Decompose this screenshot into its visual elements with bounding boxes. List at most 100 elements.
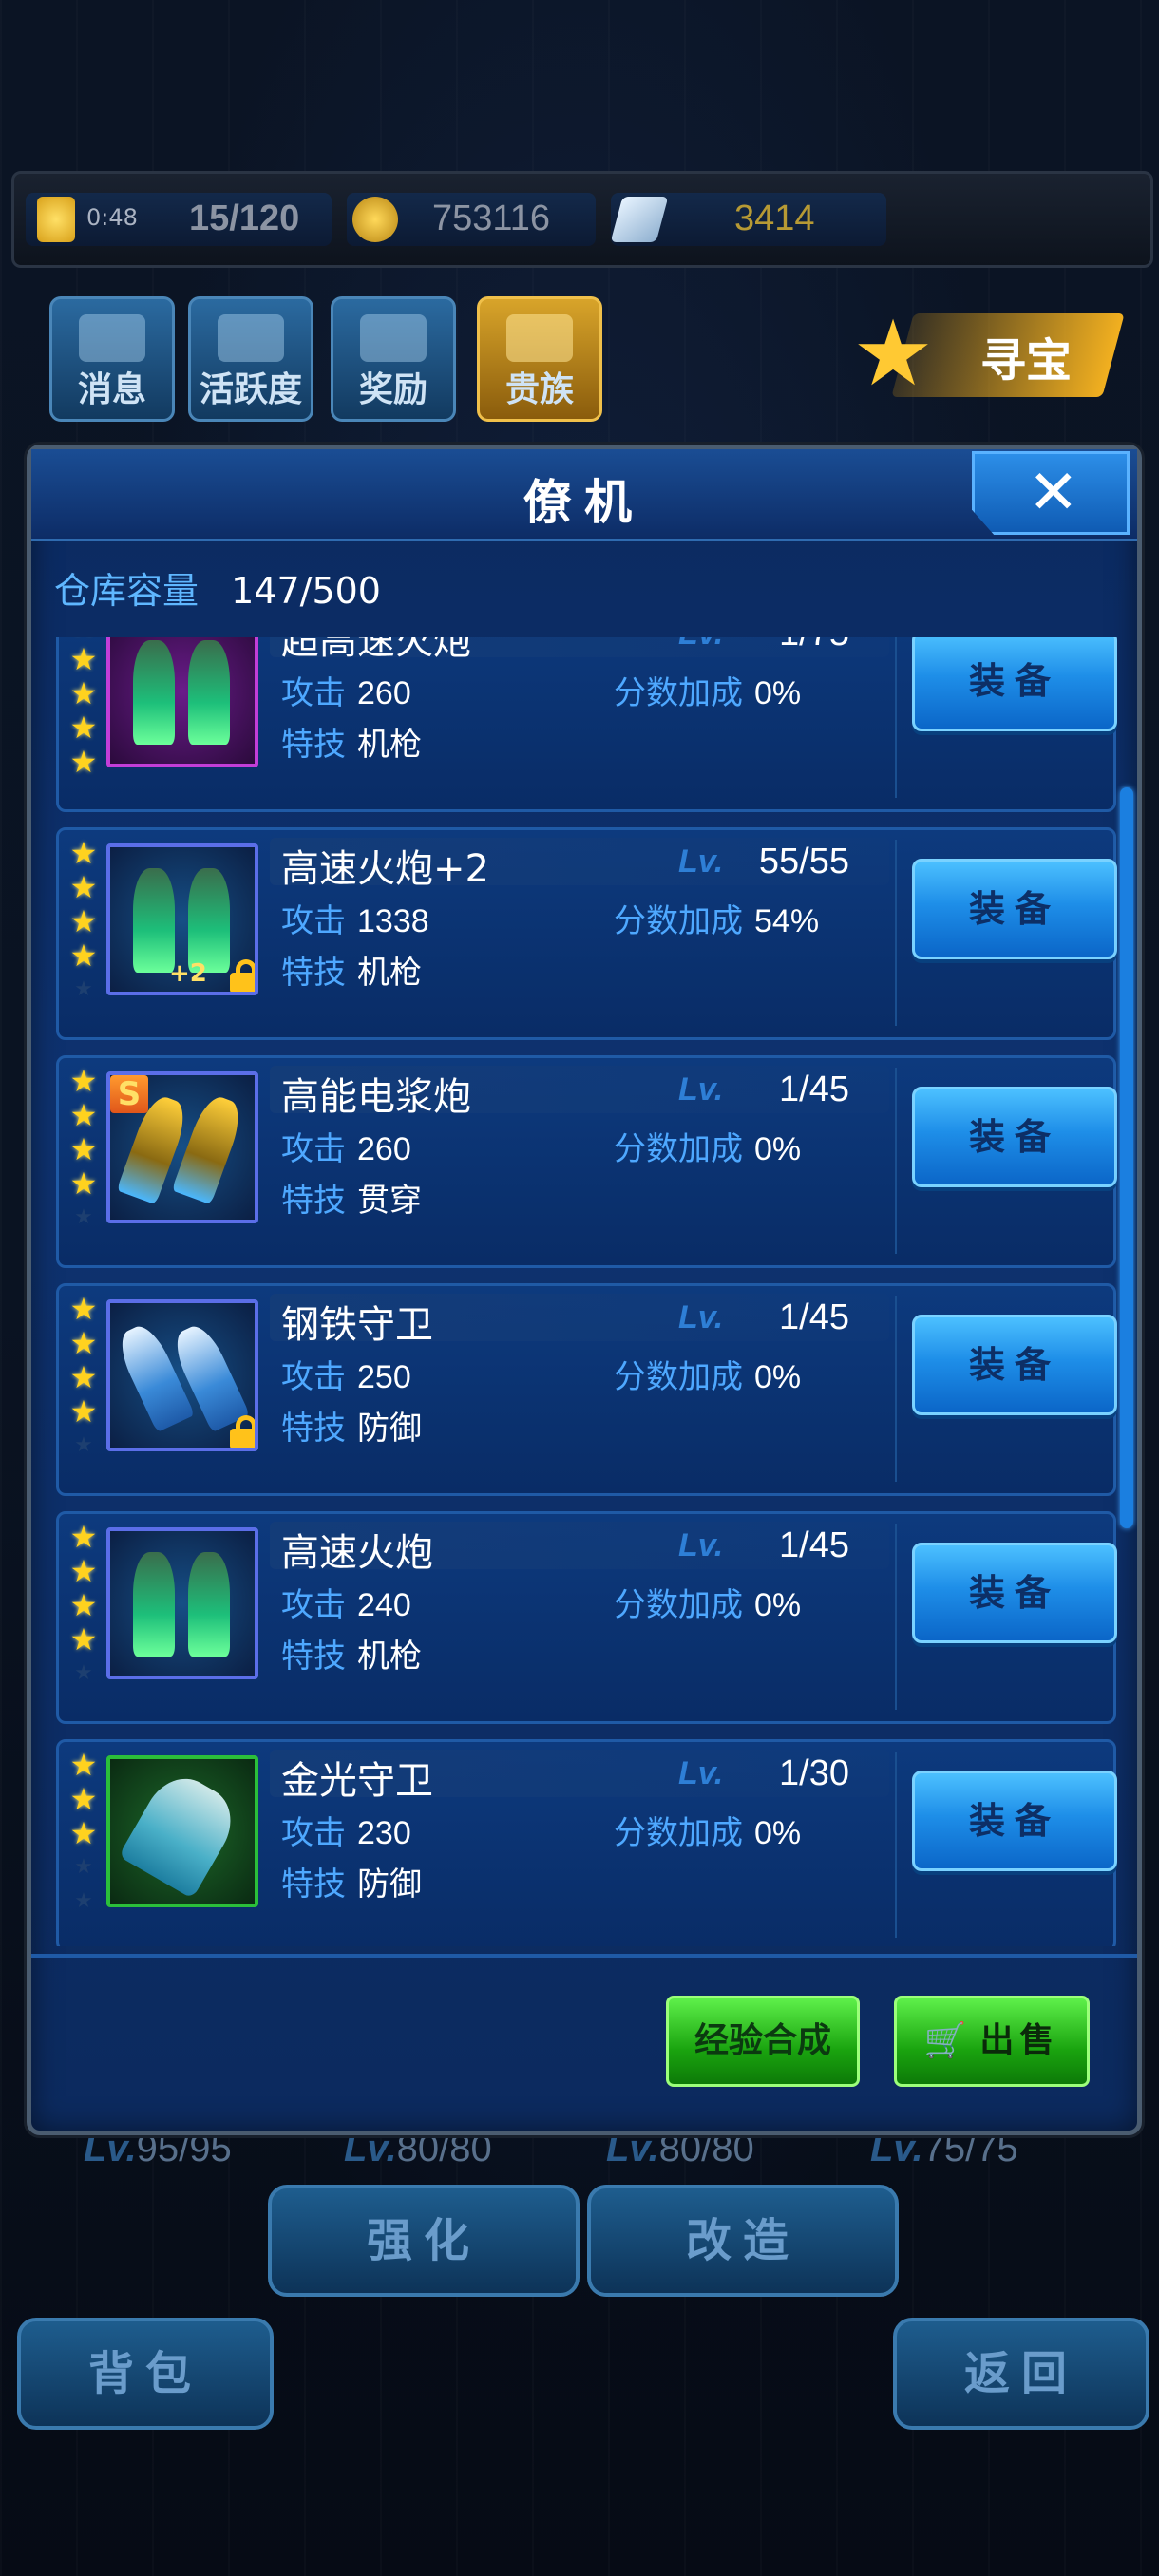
energy-resource[interactable]: 0:48 15/120 <box>26 193 332 246</box>
wingman-list[interactable]: ★ ★ ★ ★ ★ 超高速火炮 Lv. 1/75 攻击260 分数加成0% 特技… <box>52 637 1135 1946</box>
skill-stat: 特技 机枪 <box>281 726 422 764</box>
sell-button[interactable]: 🛒 出售 <box>894 1996 1090 2087</box>
equip-button[interactable]: 装备 <box>912 859 1117 959</box>
list-item[interactable]: ★ ★ ★ ★ ★ 高速火炮 Lv. 1/45 攻击 240 分数加成 0% 特技机… <box>56 1511 1117 1724</box>
fighter-ship-icon <box>188 1552 230 1657</box>
lock-icon <box>230 959 255 992</box>
star-rating: ★ ★ ★ ★ ★ <box>66 1064 101 1235</box>
divider <box>895 1524 897 1710</box>
wingman-name: 高能电浆炮 <box>281 1075 471 1119</box>
cart-icon: 🛒 <box>923 2021 973 2060</box>
close-button[interactable]: ✕ <box>972 451 1130 535</box>
wingman-name: 金光守卫 <box>281 1759 433 1803</box>
wingman-dialog: 僚机 ✕ 仓库容量 147/500 ★ ★ ★ ★ ★ 超高速火炮 Lv. 1/ <box>27 445 1142 2135</box>
gold-resource[interactable]: 753116 <box>347 193 596 246</box>
level-value: 1/45 <box>779 1297 849 1337</box>
bonus-stat: 分数加成 0% <box>614 1586 802 1624</box>
bonus-stat: 分数加成 0% <box>614 1358 802 1396</box>
gold-value: 753116 <box>432 199 550 238</box>
fighter-ship-icon <box>133 868 175 973</box>
rank-s-badge: S <box>110 1075 148 1113</box>
star-icon: ★ <box>69 1815 98 1851</box>
level-label: Lv. <box>678 1755 724 1791</box>
equip-button[interactable]: 装备 <box>912 1087 1117 1187</box>
wingman-name: 高速火炮 <box>281 1531 433 1575</box>
treasure-label: 寻宝 <box>979 334 1072 388</box>
fighter-ship-icon <box>118 1765 245 1900</box>
divider <box>895 1752 897 1938</box>
gold-coin-icon <box>352 197 398 242</box>
skill-stat: 特技 机枪 <box>281 954 422 992</box>
menu-messages-button[interactable]: 消息 <box>49 296 175 422</box>
star-empty-icon: ★ <box>74 1661 93 1685</box>
bonus-stat: 分数加成 0% <box>614 1814 802 1852</box>
wingman-thumbnail <box>106 637 258 767</box>
list-item[interactable]: ★ ★ ★ ★ ★ 超高速火炮 Lv. 1/75 攻击260 分数加成0% 特技… <box>56 637 1117 812</box>
menu-activity-button[interactable]: 活跃度 <box>188 296 314 422</box>
divider <box>895 1296 897 1482</box>
bonus-stat: 分数加成 54% <box>614 902 820 940</box>
equip-button[interactable]: 装备 <box>912 1771 1117 1871</box>
star-rating: ★ ★ ★ ★ ★ <box>66 836 101 1007</box>
level-value: 1/45 <box>779 1525 849 1565</box>
divider <box>895 1068 897 1254</box>
skill-stat: 特技 防御 <box>281 1866 422 1904</box>
bonus-stat: 分数加成 0% <box>614 1130 802 1168</box>
diamond-icon <box>610 197 669 242</box>
star-icon: ★ <box>69 835 98 871</box>
energy-value: 15/120 <box>189 199 300 238</box>
gem-resource[interactable]: 3414 <box>610 193 886 246</box>
menu-rewards-button[interactable]: 奖励 <box>331 296 456 422</box>
level-value: 55/55 <box>758 842 849 881</box>
star-icon: ★ <box>69 1291 98 1327</box>
skill-stat: 特技 机枪 <box>281 1638 422 1676</box>
modify-button[interactable]: 改造 <box>587 2185 899 2297</box>
star-icon: ★ <box>69 1165 98 1202</box>
star-icon: ★ <box>69 1519 98 1555</box>
strengthen-button[interactable]: 强化 <box>268 2185 580 2297</box>
menu-rewards-label: 奖励 <box>358 370 428 409</box>
star-empty-icon: ★ <box>74 977 93 1001</box>
star-rating: ★ ★ ★ ★ ★ <box>66 1520 101 1691</box>
lock-icon <box>230 1415 255 1448</box>
exp-merge-button[interactable]: 经验合成 <box>666 1996 860 2087</box>
star-icon: ★ <box>69 1747 98 1783</box>
equip-button[interactable]: 装备 <box>912 1315 1117 1415</box>
list-item[interactable]: ★ ★ ★ ★ ★ S 高能电浆炮 Lv. 1/45 攻击 260 分数加成 0% … <box>56 1055 1117 1268</box>
star-rating: ★ ★ ★ ★ ★ <box>66 1748 101 1919</box>
close-icon: ✕ <box>1028 458 1079 528</box>
star-icon: ★ <box>69 1325 98 1361</box>
star-icon: ★ <box>69 938 98 974</box>
star-icon: ★ <box>69 1063 98 1099</box>
capacity-value: 147/500 <box>231 570 381 612</box>
divider <box>895 840 897 1026</box>
wingman-name: 高速火炮+2 <box>281 847 489 891</box>
star-icon: ★ <box>69 869 98 905</box>
fighter-ship-icon <box>188 868 230 973</box>
star-icon: ★ <box>69 1131 98 1167</box>
gift-icon <box>360 314 427 362</box>
lightning-icon <box>37 197 75 242</box>
resource-bar: 0:48 15/120 753116 3414 <box>11 171 1153 268</box>
attack-stat: 攻击 260 <box>281 1130 411 1168</box>
smile-badge-icon <box>218 314 284 362</box>
back-button[interactable]: 返回 <box>893 2318 1150 2430</box>
star-icon: ★ <box>69 641 98 677</box>
equip-button[interactable]: 装备 <box>912 637 1117 731</box>
bag-button[interactable]: 背包 <box>17 2318 274 2430</box>
menu-noble-button[interactable]: 贵族 <box>477 296 602 422</box>
list-scrollbar[interactable] <box>1120 787 1133 1528</box>
gem-value: 3414 <box>734 199 815 238</box>
star-icon: ★ <box>69 675 98 711</box>
list-item[interactable]: ★ ★ ★ ★ ★ +2 高速火炮+2 Lv. 55/55 攻击 1338 分数加… <box>56 827 1117 1040</box>
level-label: Lv. <box>678 1299 724 1335</box>
skill-stat: 特技 防御 <box>281 1410 422 1448</box>
star-icon: ★ <box>69 1621 98 1657</box>
list-item[interactable]: ★ ★ ★ ★ ★ 钢铁守卫 Lv. 1/45 攻击 250 分数加成 0% 特技防… <box>56 1283 1117 1496</box>
list-item[interactable]: ★ ★ ★ ★ ★ 金光守卫 Lv. 1/30 攻击 230 分数加成 0% 特技防… <box>56 1739 1117 1946</box>
skill-stat: 特技 贯穿 <box>281 1182 422 1220</box>
fighter-ship-icon <box>171 1091 247 1205</box>
equip-button[interactable]: 装备 <box>912 1543 1117 1643</box>
menu-noble-label: 贵族 <box>504 370 574 409</box>
treasure-button[interactable]: ★ 寻宝 <box>846 302 1125 405</box>
